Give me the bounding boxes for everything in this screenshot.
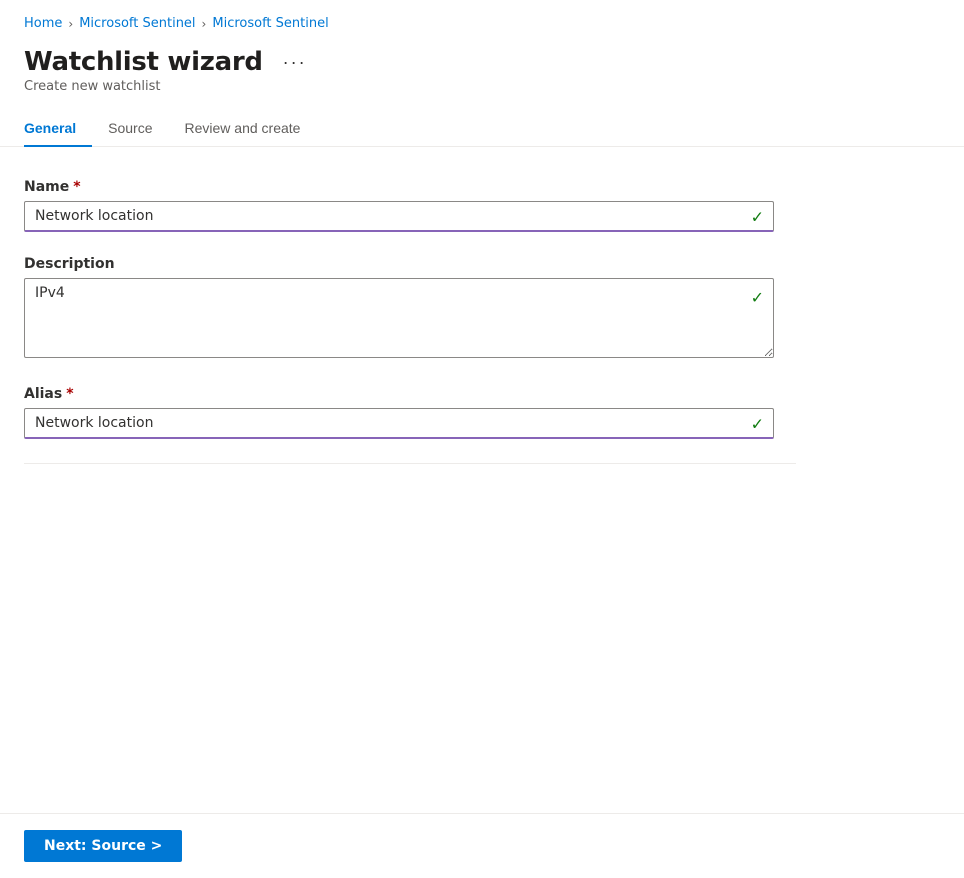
more-options-button[interactable]: ··· [275,48,315,77]
alias-input[interactable] [24,408,774,439]
alias-required-star: * [66,386,73,402]
page-title: Watchlist wizard [24,47,263,77]
tab-general[interactable]: General [24,110,92,146]
page-subtitle: Create new watchlist [0,77,964,110]
alias-input-container: ✓ [24,408,774,439]
page-header: Watchlist wizard ··· [0,39,964,77]
alias-field: Alias * ✓ [24,386,796,439]
breadcrumb: Home › Microsoft Sentinel › Microsoft Se… [0,0,964,39]
alias-label: Alias * [24,386,796,402]
description-input[interactable]: IPv4 [24,278,774,358]
form-container: Name * ✓ Description IPv4 ✓ Alias * [0,147,820,504]
description-field: Description IPv4 ✓ [24,256,796,362]
name-required-star: * [73,179,80,195]
form-divider [24,463,796,464]
content-area: Name * ✓ Description IPv4 ✓ Alias * [0,147,964,584]
breadcrumb-sentinel-1[interactable]: Microsoft Sentinel [79,16,195,31]
tab-review-and-create[interactable]: Review and create [169,110,317,146]
next-source-button[interactable]: Next: Source > [24,830,182,862]
tab-source[interactable]: Source [92,110,168,146]
description-label: Description [24,256,796,272]
breadcrumb-sentinel-2[interactable]: Microsoft Sentinel [212,16,328,31]
description-input-container: IPv4 ✓ [24,278,774,362]
name-input-container: ✓ [24,201,774,232]
name-label: Name * [24,179,796,195]
breadcrumb-sep-2: › [202,17,207,31]
name-field: Name * ✓ [24,179,796,232]
tabs-container: General Source Review and create [0,110,964,147]
breadcrumb-home[interactable]: Home [24,16,62,31]
name-input[interactable] [24,201,774,232]
breadcrumb-sep-1: › [68,17,73,31]
footer: Next: Source > [0,813,964,878]
